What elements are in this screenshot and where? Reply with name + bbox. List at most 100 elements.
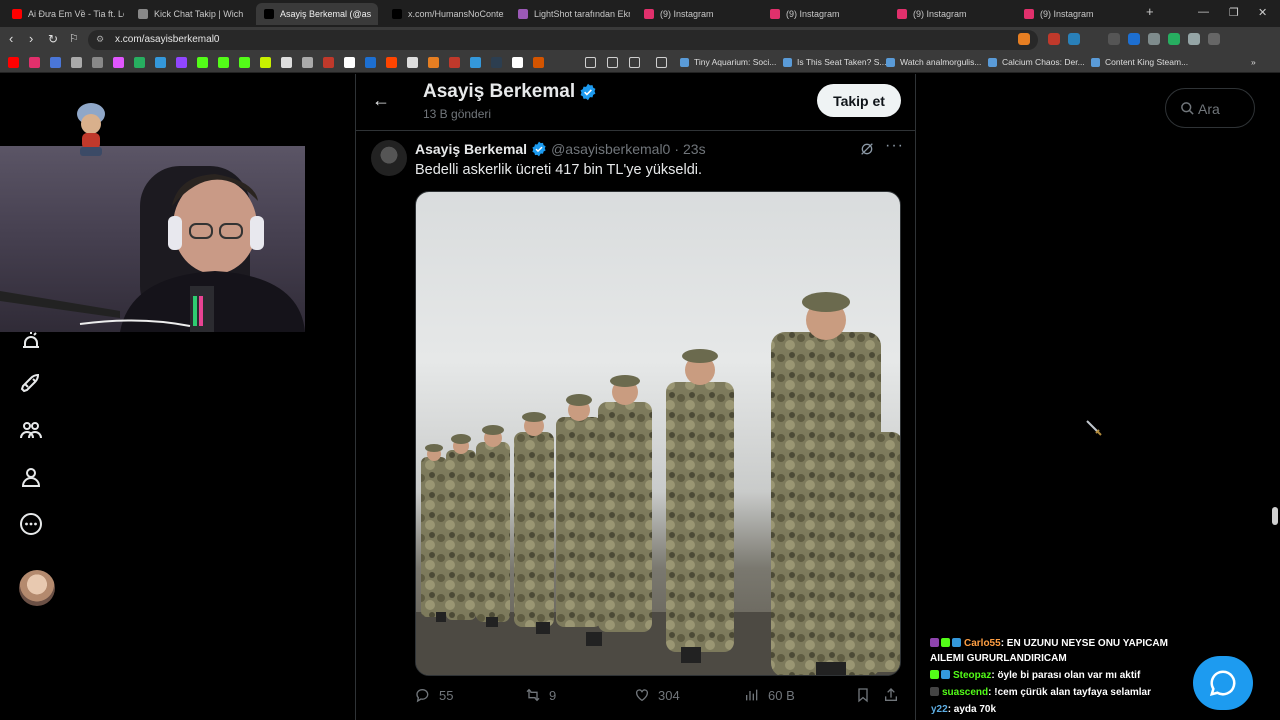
browser-tab[interactable]: Ai Đưa Em Về - Tia ft. Lê T — [4, 3, 124, 25]
tweet[interactable]: Asayiş Berkemal @asayisberkemal0 · 23s ·… — [356, 132, 915, 720]
bookmark-favicon-icon[interactable] — [302, 57, 313, 68]
bookmark-favicon-icon[interactable] — [344, 57, 355, 68]
profile-icon[interactable] — [19, 465, 43, 489]
extension-icon[interactable] — [1208, 33, 1220, 45]
bookmark-favicon-icon[interactable] — [218, 57, 229, 68]
browser-tab[interactable]: Asayiş Berkemal (@as ✕ — [256, 3, 378, 25]
tab-favicon-icon — [392, 9, 402, 19]
extension-icon[interactable] — [1068, 33, 1080, 45]
extension-icon[interactable] — [1148, 33, 1160, 45]
bookmark-favicon-icon[interactable] — [449, 57, 460, 68]
bookmark-favicon-icon[interactable] — [260, 57, 271, 68]
site-info-icon[interactable]: ⚙ — [96, 34, 104, 45]
browser-tab[interactable]: (9) Instagram — [762, 3, 882, 25]
bookmark-favicon-icon[interactable] — [155, 57, 166, 68]
tweet-timestamp[interactable]: 23s — [683, 141, 706, 157]
profile-name-container: Asayiş Berkemal — [423, 81, 597, 103]
window-maximize-button[interactable]: ❐ — [1229, 6, 1239, 19]
bookmark-page-icon[interactable]: ⚐ — [69, 32, 79, 46]
more-options-icon[interactable] — [19, 512, 43, 536]
bookmark-favicon-icon[interactable] — [323, 57, 334, 68]
forward-nav-icon[interactable]: › — [29, 32, 33, 46]
chat-badges — [930, 685, 941, 700]
tweet-photo[interactable] — [415, 191, 901, 676]
bookmark-favicon-icon[interactable] — [29, 57, 40, 68]
reload-icon[interactable]: ↻ — [48, 32, 58, 46]
bookmark-favicon-icon[interactable] — [407, 57, 418, 68]
bookmark-favicon-icon[interactable] — [512, 57, 523, 68]
bookmark-favicon-icon[interactable] — [386, 57, 397, 68]
tab-title: Kick Chat Takip | Wich — [154, 9, 244, 19]
bookmark-favicon-icon[interactable] — [176, 57, 187, 68]
bookmark-button[interactable] — [855, 687, 879, 703]
chat-badge-icon — [930, 670, 939, 679]
bookmark-item[interactable]: Calcium Chaos: Der... — [988, 57, 1085, 67]
tweet-author-avatar[interactable] — [371, 140, 407, 176]
browser-tab[interactable]: Kick Chat Takip | Wich — [130, 3, 248, 25]
page-scrollbar[interactable] — [1272, 507, 1278, 525]
bookmark-item[interactable]: Watch analmorgulis... — [886, 57, 981, 67]
bookmark-favicon-icon[interactable] — [365, 57, 376, 68]
extension-icon[interactable] — [1188, 33, 1200, 45]
bookmark-item[interactable]: Content King Steam... — [1091, 57, 1188, 67]
browser-tab[interactable]: (9) Instagram — [1016, 3, 1136, 25]
extension-icon[interactable] — [1048, 33, 1060, 45]
bookmark-folder-icon[interactable] — [629, 57, 640, 68]
bookmark-label: Is This Seat Taken? S... — [797, 57, 887, 67]
bookmark-favicon-icon — [783, 57, 792, 67]
bookmarks-bar: Tiny Aquarium: Soci... Is This Seat Taken… — [0, 53, 1280, 73]
window-close-button[interactable]: ✕ — [1258, 6, 1267, 19]
bookmarks-overflow-button[interactable]: » — [1251, 57, 1256, 67]
window-minimize-button[interactable]: — — [1198, 6, 1209, 18]
url-input[interactable]: ⚙ x.com/asayisberkemal0 — [88, 30, 1038, 50]
back-arrow-icon[interactable]: ← — [372, 90, 390, 111]
bookmark-favicon-icon[interactable] — [533, 57, 544, 68]
premium-rocket-icon[interactable] — [19, 372, 43, 396]
like-button[interactable]: 304 — [634, 687, 680, 703]
extension-icon[interactable] — [1128, 33, 1140, 45]
chat-message: Steopaz: öyle bi parası olan var mı akti… — [930, 668, 1200, 683]
new-tab-button[interactable]: + — [1146, 4, 1154, 19]
people-icon[interactable] — [19, 418, 43, 442]
bookmark-folder-icon[interactable] — [585, 57, 596, 68]
bookmark-item[interactable]: Tiny Aquarium: Soci... — [680, 57, 776, 67]
bookmark-favicon-icon[interactable] — [113, 57, 124, 68]
messages-button[interactable] — [1193, 656, 1253, 710]
verified-badge-icon — [580, 83, 596, 101]
back-nav-icon[interactable]: ‹ — [9, 32, 13, 46]
bookmark-favicon-icon[interactable] — [470, 57, 481, 68]
bookmark-favicon-icon[interactable] — [71, 57, 82, 68]
bookmark-favicon-icon[interactable] — [50, 57, 61, 68]
brave-shield-icon[interactable] — [1018, 33, 1030, 45]
browser-tab[interactable]: (9) Instagram — [889, 3, 1009, 25]
search-input[interactable]: Ara — [1165, 88, 1255, 128]
reply-button[interactable]: 55 — [415, 687, 453, 703]
bookmark-favicon-icon[interactable] — [197, 57, 208, 68]
tweet-author-name[interactable]: Asayiş Berkemal — [415, 141, 527, 157]
bookmark-folder-icon[interactable] — [607, 57, 618, 68]
repost-button[interactable]: 9 — [525, 687, 556, 703]
grok-icon[interactable] — [859, 141, 875, 157]
views-button[interactable]: 60 B — [744, 687, 795, 703]
extension-icon[interactable] — [1108, 33, 1120, 45]
browser-tab[interactable]: (9) Instagram — [636, 3, 756, 25]
browser-tab[interactable]: x.com/HumansNoContext — [384, 3, 504, 25]
account-avatar[interactable] — [19, 570, 55, 606]
bookmark-favicon-icon[interactable] — [134, 57, 145, 68]
bookmark-favicon-icon[interactable] — [8, 57, 19, 68]
bookmark-folder-icon[interactable] — [656, 57, 667, 68]
tweet-more-icon[interactable]: ··· — [885, 137, 904, 155]
browser-tab[interactable]: LightShot tarafından Ekran — [510, 3, 630, 25]
bookmark-favicon-icon[interactable] — [491, 57, 502, 68]
follow-button[interactable]: Takip et — [817, 84, 901, 117]
bookmark-favicon-icon[interactable] — [281, 57, 292, 68]
bookmark-item[interactable]: Is This Seat Taken? S... — [783, 57, 886, 67]
tweet-author-handle[interactable]: @asayisberkemal0 — [551, 141, 670, 157]
share-button[interactable] — [883, 687, 907, 703]
tab-favicon-icon — [518, 9, 528, 19]
close-tab-icon[interactable]: ✕ — [377, 9, 378, 20]
extension-icon[interactable] — [1168, 33, 1180, 45]
bookmark-favicon-icon[interactable] — [239, 57, 250, 68]
bookmark-favicon-icon[interactable] — [92, 57, 103, 68]
bookmark-favicon-icon[interactable] — [428, 57, 439, 68]
